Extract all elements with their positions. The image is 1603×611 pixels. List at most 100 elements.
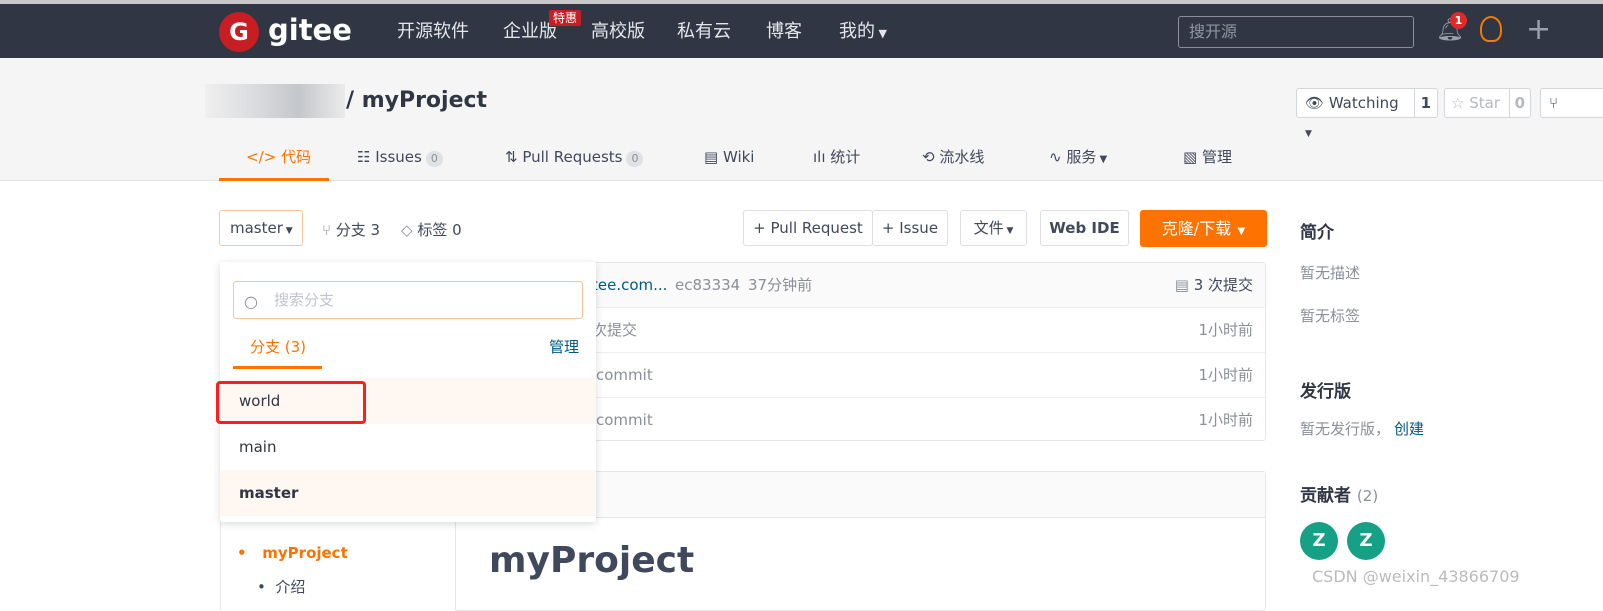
avatar[interactable]: Z — [1300, 522, 1338, 560]
star-count: 0 — [1508, 89, 1530, 117]
pipeline-icon: ⟲ — [922, 148, 940, 166]
toc-item[interactable]: • 介绍 — [257, 576, 305, 597]
branch-item-main[interactable]: main — [220, 424, 596, 470]
file-commit-msg: 次提交 — [592, 321, 638, 339]
tab-label: 统计 — [830, 148, 861, 166]
toc-item[interactable]: • myProject — [237, 544, 348, 562]
nav-mine[interactable]: 我的 ▼ — [839, 20, 887, 46]
tab-label: 管理 — [1201, 148, 1232, 166]
history-icon: ▤ — [1174, 276, 1194, 294]
new-issue-button[interactable]: + Issue — [872, 210, 948, 246]
caret-down-icon: ▼ — [1003, 226, 1014, 236]
lightbulb-icon[interactable] — [1480, 16, 1502, 42]
watch-button[interactable]: 👁︎ Watching ▼ 1 — [1296, 88, 1438, 139]
caret-down-icon: ▼ — [282, 226, 293, 236]
repo-header — [0, 58, 1603, 181]
tab-label: Pull Requests — [522, 148, 623, 166]
tab-services[interactable]: ∿ 服务 ▼ — [1049, 146, 1107, 171]
toc-label: 介绍 — [275, 578, 306, 596]
watch-count: 1 — [1413, 89, 1437, 117]
branches-link[interactable]: ⑂ 分支 3 — [322, 219, 380, 240]
hot-badge: 特惠 — [549, 10, 582, 26]
settings-doc-icon: ▧ — [1183, 148, 1202, 166]
count-badge: 0 — [425, 151, 443, 167]
toc-label: myProject — [262, 544, 348, 562]
gitee-logo-icon[interactable]: G — [219, 12, 259, 52]
branch-label: master — [230, 219, 283, 237]
tab-label: Wiki — [722, 148, 755, 166]
tab-issues[interactable]: ☷ Issues 0 — [357, 146, 443, 168]
web-ide-button[interactable]: Web IDE — [1040, 210, 1129, 246]
branches-label: 分支 3 — [335, 221, 381, 239]
readme-toc: • myProject • 介绍 — [220, 520, 456, 610]
no-release: 暂无发行版， — [1300, 420, 1391, 438]
clone-label: 克隆/下载 — [1161, 219, 1232, 238]
branch-item-master[interactable]: master — [220, 470, 596, 516]
issues-icon: ☷ — [357, 148, 376, 166]
tab-pull-requests[interactable]: ⇅ Pull Requests 0 — [505, 146, 644, 168]
nav-blog[interactable]: 博客 — [766, 20, 802, 44]
search-input[interactable]: 搜开源 — [1178, 16, 1414, 48]
commit-count: 3 次提交 — [1193, 276, 1253, 294]
tab-pipeline[interactable]: ⟲ 流水线 — [922, 146, 984, 168]
tab-label: 代码 — [280, 148, 311, 166]
nav-private-cloud[interactable]: 私有云 — [677, 20, 731, 44]
no-tags: 暂无标签 — [1300, 307, 1361, 325]
file-label: 文件 — [973, 219, 1004, 237]
file-time: 1小时前 — [1198, 411, 1253, 429]
tags-link[interactable]: ◇ 标签 0 — [401, 219, 462, 240]
caret-down-icon: ▼ — [1096, 154, 1108, 165]
manage-branches-link[interactable]: 管理 — [549, 336, 579, 357]
branches-tab[interactable]: 分支 (3) — [250, 336, 306, 357]
intro-heading: 简介 — [1300, 223, 1334, 243]
blurred-username — [205, 84, 345, 118]
fork-button[interactable]: ⑂ — [1540, 88, 1603, 118]
commit-hash[interactable]: ec83334 — [675, 263, 740, 307]
file-time: 1小时前 — [1198, 321, 1253, 339]
watermark: CSDN @weixin_43866709 — [1312, 567, 1520, 586]
star-button[interactable]: ☆ Star 0 — [1444, 88, 1531, 118]
commit-count-link[interactable]: ▤ 3 次提交 — [1175, 263, 1253, 307]
tab-manage[interactable]: ▧ 管理 — [1183, 146, 1232, 168]
release-heading: 发行版 — [1300, 382, 1351, 402]
plus-icon[interactable]: + — [1526, 12, 1551, 48]
tab-code[interactable]: </> 代码 — [246, 146, 311, 168]
star-text: Star — [1469, 94, 1500, 112]
file-commit-msg: commit — [596, 366, 653, 384]
branch-select[interactable]: master ▼ — [219, 210, 303, 246]
pulse-icon: ∿ — [1049, 148, 1067, 166]
create-release-link[interactable]: 创建 — [1394, 420, 1424, 438]
tab-label: 服务 — [1066, 148, 1097, 166]
star-label: ☆ Star — [1451, 94, 1500, 112]
count-badge: 0 — [626, 151, 644, 167]
new-pull-request-button[interactable]: + Pull Request — [743, 210, 873, 246]
tab-wiki[interactable]: ▤ Wiki — [704, 146, 754, 168]
avatar[interactable]: Z — [1347, 522, 1385, 560]
readme-title: myProject — [489, 540, 695, 581]
tab-stats[interactable]: ılı 统计 — [813, 146, 860, 168]
caret-down-icon: ▼ — [875, 27, 887, 40]
branch-search-input[interactable]: 搜索分支 — [233, 281, 583, 319]
chart-icon: ılı — [813, 148, 831, 166]
nav-open-source[interactable]: 开源软件 — [397, 20, 469, 44]
notification-badge: 1 — [1450, 12, 1467, 29]
search-icon: ○ — [244, 292, 258, 311]
commit-author-link[interactable]: tee.com... — [592, 263, 667, 307]
tab-label: 流水线 — [939, 148, 985, 166]
tags-label: 标签 0 — [417, 221, 462, 239]
nav-education[interactable]: 高校版 — [591, 20, 645, 44]
watch-text: Watching — [1328, 94, 1399, 112]
gitee-logo-text[interactable]: gitee — [268, 12, 352, 48]
caret-down-icon: ▼ — [1231, 226, 1246, 237]
branch-icon: ⑂ — [322, 221, 336, 239]
tag-icon: ◇ — [401, 221, 418, 239]
tab-label: Issues — [375, 148, 422, 166]
tab-underline — [233, 366, 322, 369]
repo-title[interactable]: / myProject — [346, 88, 487, 113]
watch-label: 👁︎ Watching ▼ — [1305, 94, 1399, 139]
code-icon: </> — [246, 148, 281, 166]
clone-download-button[interactable]: 克隆/下载 ▼ — [1140, 210, 1267, 247]
file-menu-button[interactable]: 文件 ▼ — [960, 210, 1027, 246]
active-tab-underline — [219, 178, 329, 181]
contributors-count: (2) — [1356, 487, 1379, 505]
